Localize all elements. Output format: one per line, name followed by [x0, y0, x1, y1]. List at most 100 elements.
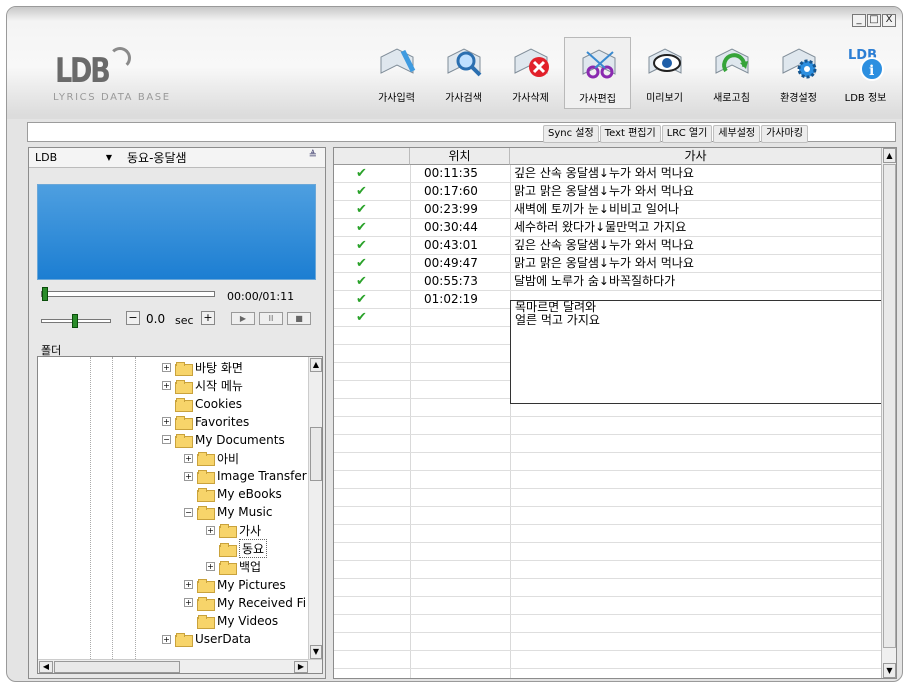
- table-row[interactable]: [334, 597, 882, 615]
- table-row[interactable]: ✔ 00:49:47 맑고 맑은 옹달샘↓누가 와서 먹나요: [334, 255, 882, 273]
- expand-icon[interactable]: +: [162, 417, 171, 427]
- folder-item[interactable]: 동요: [206, 539, 268, 558]
- collapse-icon[interactable]: −: [184, 507, 193, 517]
- folder-item[interactable]: + My Received Fi: [184, 594, 306, 611]
- scroll-left-icon[interactable]: ◀: [39, 661, 53, 673]
- toolbar-button-4[interactable]: 미리보기: [631, 37, 698, 109]
- toolbar-button-7[interactable]: LDB i LDB 정보: [832, 37, 899, 109]
- toolbar-label: 가사입력: [378, 93, 415, 104]
- toolbar-button-0[interactable]: 가사입력: [363, 37, 430, 109]
- expand-icon[interactable]: +: [184, 580, 193, 590]
- toolbar-button-3[interactable]: 가사편집: [564, 37, 631, 109]
- folder-label: 시작 메뉴: [195, 379, 243, 394]
- scroll-right-icon[interactable]: ▶: [294, 661, 308, 673]
- table-row[interactable]: [334, 615, 882, 633]
- lyrics-edit-box[interactable]: 목마르면 달려와 얼른 먹고 가지요: [510, 300, 882, 404]
- svg-text:i: i: [869, 63, 874, 79]
- toolbar-button-2[interactable]: 가사삭제: [497, 37, 564, 109]
- folder-item[interactable]: Cookies: [162, 395, 242, 412]
- expand-icon[interactable]: +: [206, 562, 215, 572]
- folder-item[interactable]: − My Music: [184, 504, 272, 521]
- table-row[interactable]: ✔ 00:17:60 맑고 맑은 옹달샘↓누가 와서 먹나요: [334, 183, 882, 201]
- expand-icon[interactable]: +: [162, 381, 171, 391]
- table-row[interactable]: ✔ 00:11:35 깊은 산속 옹달샘↓누가 와서 먹나요: [334, 165, 882, 183]
- checkmark-icon: ✔: [356, 292, 367, 307]
- folder-item[interactable]: My eBooks: [184, 486, 282, 503]
- offset-plus-button[interactable]: +: [201, 311, 215, 325]
- table-row[interactable]: [334, 417, 882, 435]
- sync-button-1[interactable]: Text 편집기: [599, 125, 661, 143]
- folder-item[interactable]: + 아비: [184, 450, 239, 467]
- scroll-thumb-h[interactable]: [54, 661, 180, 673]
- sync-button-3[interactable]: 세부설정: [713, 125, 761, 143]
- folder-item[interactable]: + Image Transfer: [184, 468, 307, 485]
- table-row[interactable]: ✔ 00:43:01 깊은 산속 옹달샘↓누가 와서 먹나요: [334, 237, 882, 255]
- col-header-check[interactable]: [334, 148, 410, 165]
- col-header-lyrics[interactable]: 가사: [510, 148, 882, 165]
- folder-item[interactable]: + My Pictures: [184, 576, 286, 593]
- volume-handle[interactable]: [72, 314, 78, 328]
- folder-item[interactable]: + UserData: [162, 631, 251, 648]
- table-row[interactable]: [334, 579, 882, 597]
- seek-bar[interactable]: [41, 287, 215, 301]
- table-row[interactable]: ✔ 00:23:99 새벽에 토끼가 눈↓비비고 일어나: [334, 201, 882, 219]
- source-select[interactable]: LDB: [29, 151, 89, 164]
- play-button[interactable]: ▶: [231, 312, 255, 325]
- grid-vertical-scrollbar[interactable]: ▲ ▼: [881, 148, 896, 678]
- expand-icon[interactable]: +: [162, 363, 171, 372]
- volume-slider[interactable]: [41, 314, 111, 328]
- table-row[interactable]: [334, 651, 882, 669]
- maximize-button[interactable]: □: [867, 14, 881, 27]
- table-row[interactable]: [334, 471, 882, 489]
- folder-item[interactable]: − My Documents: [162, 431, 285, 448]
- folder-item[interactable]: + 백업: [206, 558, 261, 575]
- table-row[interactable]: [334, 489, 882, 507]
- folder-item[interactable]: + 바탕 화면: [162, 359, 243, 376]
- expand-icon[interactable]: +: [184, 471, 193, 481]
- folder-icon: [175, 633, 193, 647]
- scroll-thumb[interactable]: [883, 164, 896, 648]
- expand-icon[interactable]: +: [184, 453, 193, 463]
- sync-button-4[interactable]: 가사마킹: [761, 125, 808, 143]
- table-row[interactable]: [334, 453, 882, 471]
- table-row[interactable]: ✔ 00:55:73 달밤에 노루가 숨↓바꼭질하다가: [334, 273, 882, 291]
- table-row[interactable]: ✔ 00:30:44 세수하러 왔다가↓물만먹고 가지요: [334, 219, 882, 237]
- scroll-down-icon[interactable]: ▼: [310, 645, 322, 659]
- minimize-button[interactable]: _: [852, 14, 866, 27]
- upload-icon[interactable]: ≜: [309, 150, 317, 161]
- folder-item[interactable]: My Videos: [184, 612, 278, 629]
- col-header-position[interactable]: 위치: [410, 148, 510, 165]
- toolbar-button-1[interactable]: 가사검색: [430, 37, 497, 109]
- close-button[interactable]: X: [882, 14, 896, 27]
- folder-item[interactable]: + 시작 메뉴: [162, 377, 243, 394]
- scroll-up-icon[interactable]: ▲: [883, 148, 896, 163]
- tree-horizontal-scrollbar[interactable]: ◀ ▶: [38, 659, 322, 673]
- sync-button-2[interactable]: LRC 열기: [661, 125, 713, 143]
- folder-item[interactable]: + 가사: [206, 522, 261, 539]
- table-row[interactable]: [334, 543, 882, 561]
- table-row[interactable]: [334, 507, 882, 525]
- table-row[interactable]: [334, 561, 882, 579]
- sync-button-0[interactable]: Sync 설정: [543, 125, 599, 143]
- toolbar-button-5[interactable]: 새로고침: [698, 37, 765, 109]
- offset-minus-button[interactable]: −: [126, 311, 140, 325]
- stop-button[interactable]: ■: [287, 312, 311, 325]
- collapse-icon[interactable]: −: [162, 435, 171, 445]
- folder-icon: [197, 506, 215, 521]
- seek-handle[interactable]: [42, 287, 48, 301]
- table-row[interactable]: [334, 435, 882, 453]
- table-row[interactable]: [334, 633, 882, 651]
- expand-icon[interactable]: +: [206, 525, 215, 535]
- pause-button[interactable]: II: [259, 312, 283, 325]
- scroll-up-icon[interactable]: ▲: [310, 358, 322, 372]
- folder-item[interactable]: + Favorites: [162, 413, 249, 430]
- scroll-thumb[interactable]: [310, 427, 322, 481]
- expand-icon[interactable]: +: [162, 634, 171, 644]
- chevron-down-icon[interactable]: ▼: [103, 153, 115, 163]
- table-row[interactable]: [334, 525, 882, 543]
- tree-vertical-scrollbar[interactable]: ▲ ▼: [308, 357, 322, 660]
- expand-icon[interactable]: +: [184, 598, 193, 608]
- scroll-down-icon[interactable]: ▼: [883, 663, 896, 678]
- toolbar-button-6[interactable]: 환경설정: [765, 37, 832, 109]
